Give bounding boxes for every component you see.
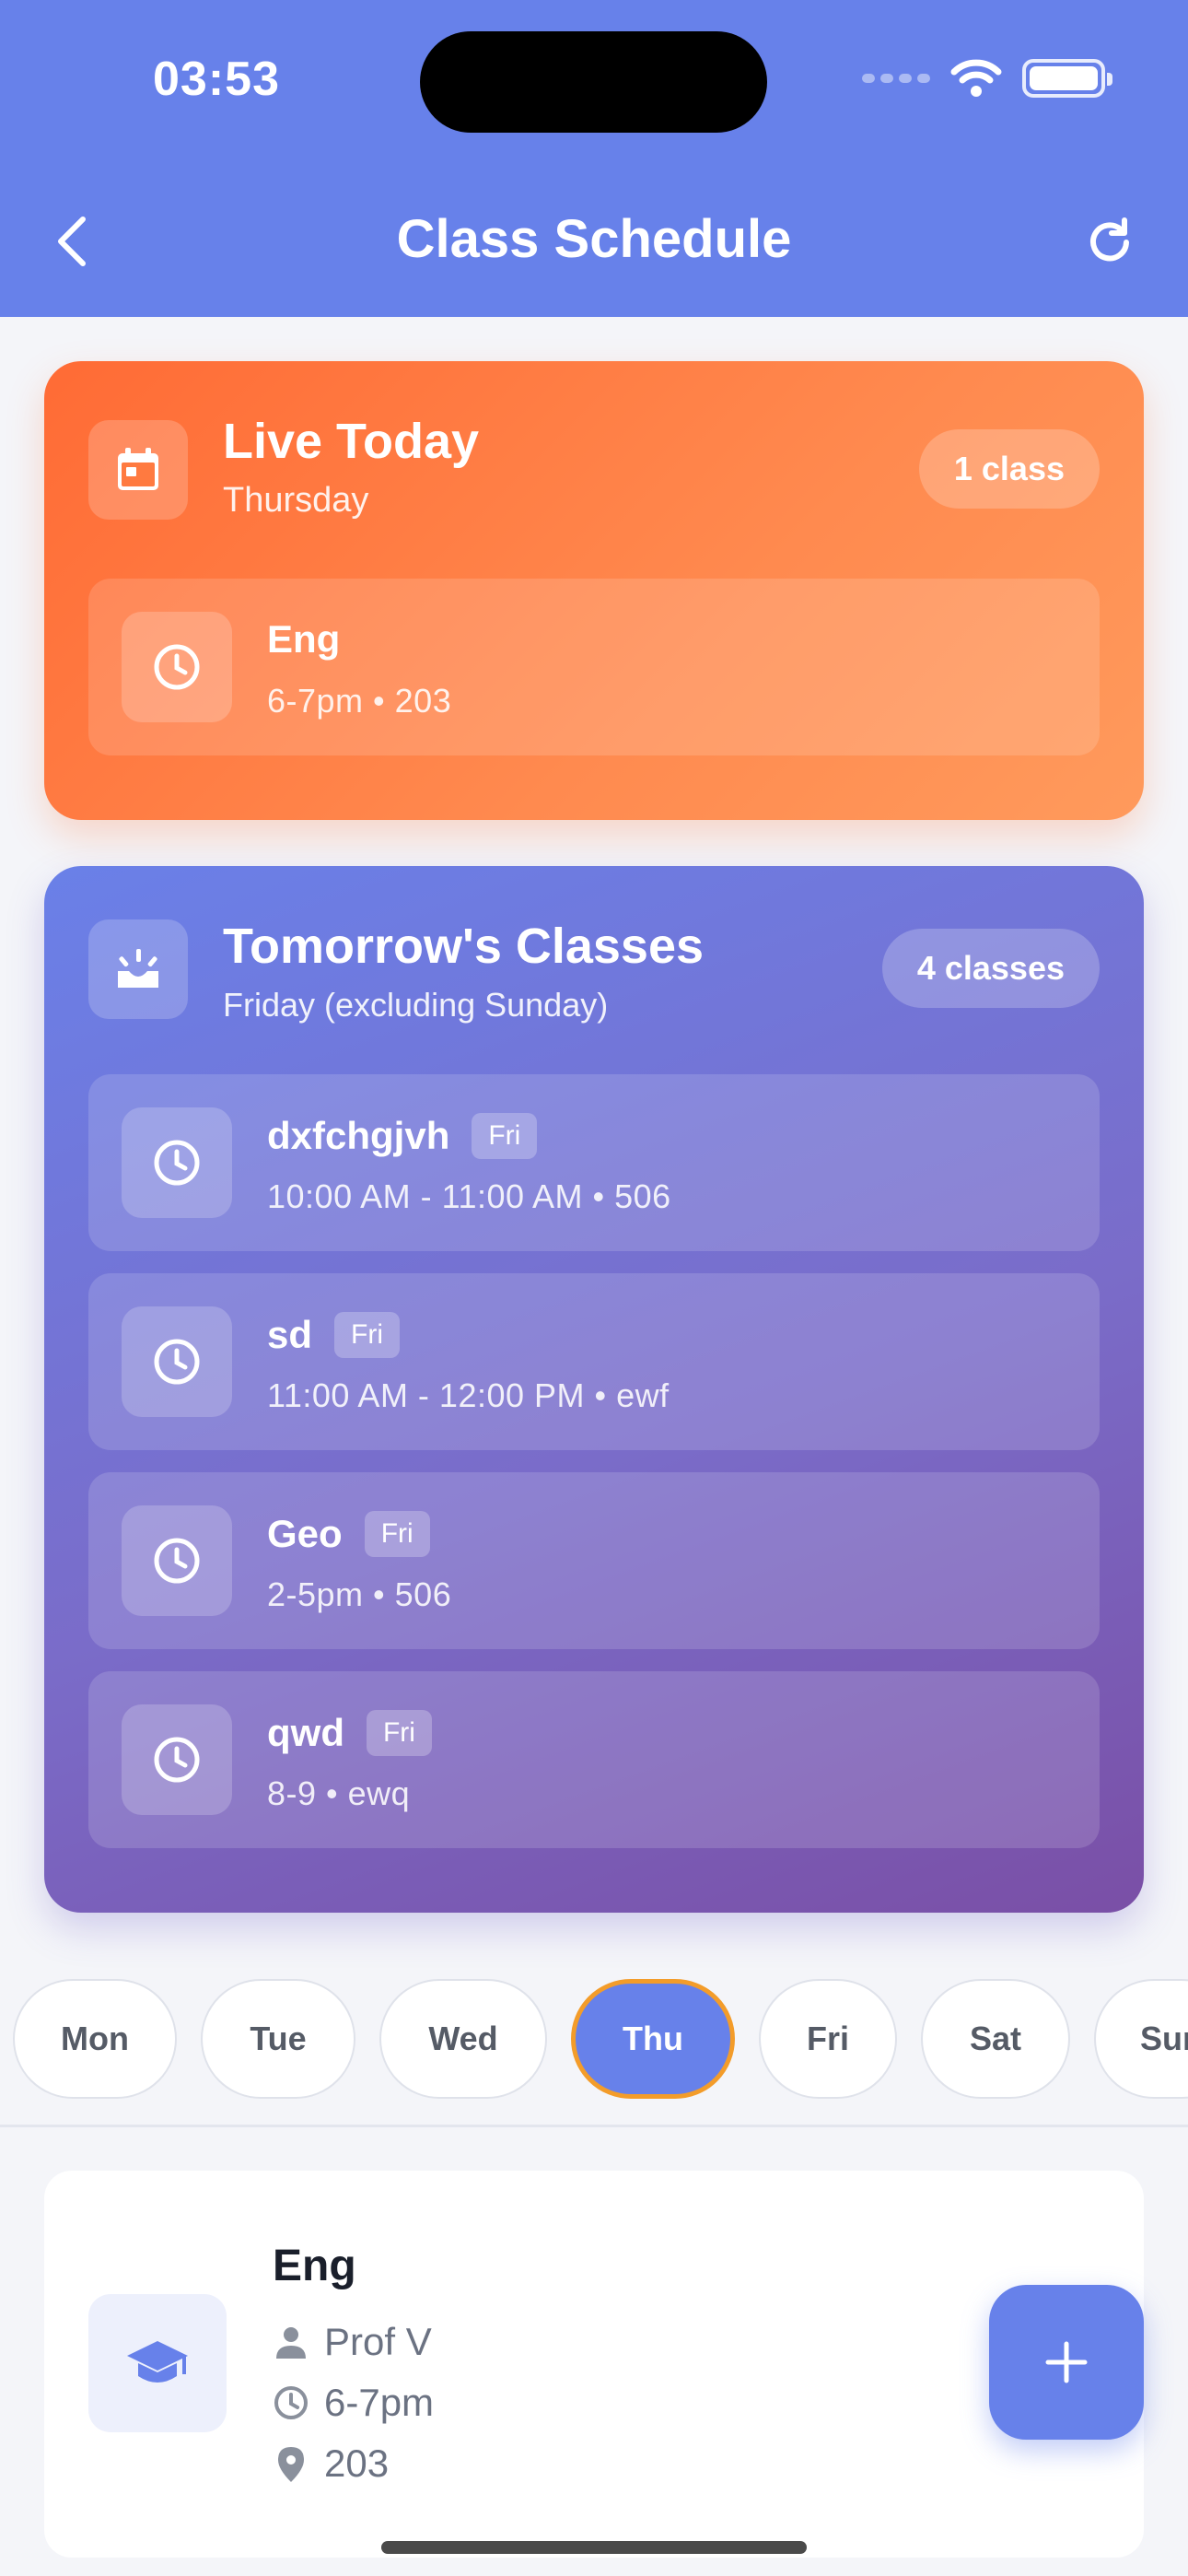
live-today-card: Live Today Thursday 1 class Eng 6-7pm • … (44, 361, 1144, 820)
tomorrow-class-item[interactable]: qwd Fri 8-9 • ewq (88, 1671, 1100, 1848)
status-icons (862, 59, 1112, 98)
home-indicator (381, 2541, 807, 2554)
app-header: 03:53 Class Schedule (0, 0, 1188, 317)
class-name: dxfchgjvh (267, 1114, 450, 1157)
wifi-icon (950, 59, 1002, 97)
class-name: sd (267, 1313, 313, 1356)
day-pill-fri[interactable]: Fri (759, 1979, 897, 2099)
person-icon (276, 2327, 306, 2359)
item-icon-box (122, 1107, 232, 1218)
class-meta: 8-9 • ewq (267, 1774, 411, 1812)
class-name: Geo (267, 1512, 343, 1555)
refresh-button[interactable] (1077, 210, 1142, 275)
class-name: Eng (267, 617, 341, 661)
item-name-row: Geo Fri (267, 1511, 430, 1557)
item-name-row: Eng (267, 617, 340, 662)
class-meta: 6-7pm • 203 (267, 682, 452, 720)
sunrise-icon (118, 949, 158, 988)
day-tag: Fri (364, 1511, 430, 1557)
cellular-signal-icon (862, 74, 930, 83)
tomorrow-card: Tomorrow's Classes Friday (excluding Sun… (44, 866, 1144, 1913)
professor-name: Prof V (324, 2320, 432, 2363)
time-row: 6-7pm (273, 2381, 434, 2425)
class-meta: 2-5pm • 506 (267, 1575, 452, 1613)
day-tag: Fri (366, 1710, 432, 1756)
today-count-badge: 1 class (918, 429, 1100, 509)
tomorrow-title: Tomorrow's Classes (223, 919, 705, 974)
class-title: Eng (273, 2242, 356, 2290)
clock-icon (154, 1339, 200, 1385)
class-icon-box (88, 2294, 227, 2432)
today-title: Live Today (223, 414, 480, 469)
calendar-icon-box (88, 420, 188, 520)
clock-icon (274, 2386, 308, 2419)
day-pill-thu[interactable]: Thu (571, 1979, 735, 2099)
tomorrow-class-item[interactable]: Geo Fri 2-5pm • 506 (88, 1472, 1100, 1649)
status-time: 03:53 (153, 53, 280, 106)
refresh-icon (1090, 217, 1129, 262)
tomorrow-class-item[interactable]: dxfchgjvh Fri 10:00 AM - 11:00 AM • 506 (88, 1074, 1100, 1251)
class-name: qwd (267, 1711, 344, 1754)
section-divider (0, 2125, 1188, 2127)
today-class-item[interactable]: Eng 6-7pm • 203 (88, 579, 1100, 755)
tomorrow-count-badge: 4 classes (881, 929, 1100, 1008)
item-name-row: sd Fri (267, 1312, 400, 1358)
class-meta: 11:00 AM - 12:00 PM • ewf (267, 1376, 670, 1414)
professor-row: Prof V (273, 2320, 432, 2364)
class-time: 6-7pm (324, 2381, 435, 2424)
room-row: 203 (273, 2441, 389, 2486)
item-name-row: dxfchgjvh Fri (267, 1113, 538, 1159)
item-icon-box (122, 1306, 232, 1417)
clock-icon (154, 644, 200, 690)
clock-icon (154, 1538, 200, 1584)
day-tag: Fri (472, 1113, 538, 1159)
item-name-row: qwd Fri (267, 1710, 432, 1756)
clock-icon (154, 1140, 200, 1186)
today-subtitle: Thursday (223, 481, 369, 520)
graduation-cap-icon (127, 2341, 188, 2383)
tomorrow-subtitle: Friday (excluding Sunday) (223, 986, 609, 1024)
add-class-button[interactable] (989, 2285, 1144, 2440)
battery-icon (1022, 59, 1112, 98)
clock-icon (154, 1737, 200, 1783)
day-pill-mon[interactable]: Mon (13, 1979, 177, 2099)
class-meta: 10:00 AM - 11:00 AM • 506 (267, 1177, 671, 1215)
tomorrow-class-item[interactable]: sd Fri 11:00 AM - 12:00 PM • ewf (88, 1273, 1100, 1450)
calendar-icon (118, 448, 158, 490)
item-icon-box (122, 612, 232, 722)
day-pill-sat[interactable]: Sat (921, 1979, 1070, 2099)
sunrise-icon-box (88, 919, 188, 1019)
location-pin-icon (278, 2447, 304, 2482)
day-pill-wed[interactable]: Wed (379, 1979, 547, 2099)
class-room: 203 (324, 2441, 390, 2485)
item-icon-box (122, 1704, 232, 1815)
day-pill-sun[interactable]: Sun (1094, 1979, 1188, 2099)
page-title: Class Schedule (396, 209, 792, 269)
day-tag: Fri (334, 1312, 400, 1358)
class-card[interactable]: Eng Prof V 6-7pm 203 (44, 2171, 1144, 2558)
dynamic-island (420, 31, 767, 133)
plus-icon (1045, 2341, 1088, 2383)
day-pill-tue[interactable]: Tue (201, 1979, 355, 2099)
item-icon-box (122, 1505, 232, 1616)
day-selector: Mon Tue Wed Thu Fri Sat Sun (0, 1979, 1188, 2102)
